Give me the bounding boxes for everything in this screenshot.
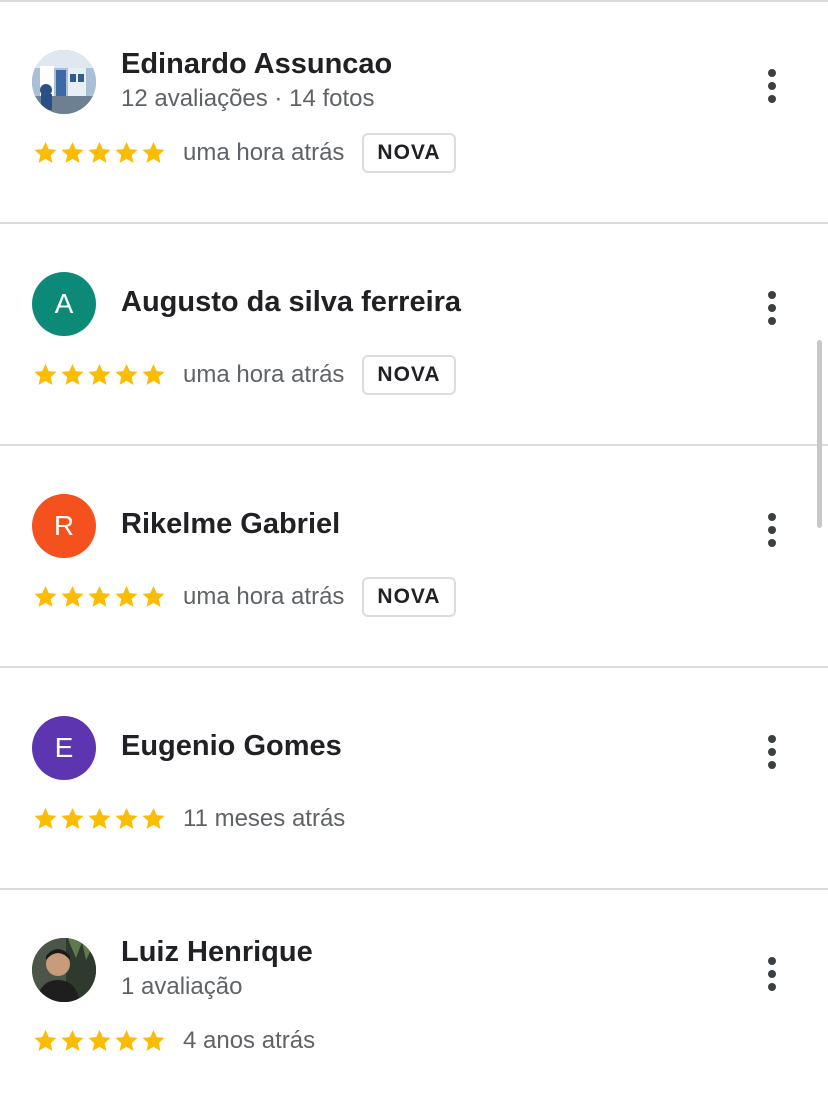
reviewer-name[interactable]: Eugenio Gomes <box>121 730 342 763</box>
store-photo-icon <box>32 50 96 114</box>
star-icon <box>115 363 138 385</box>
review-time: uma hora atrás <box>183 583 345 610</box>
star-icon <box>61 363 84 385</box>
review-item: R Rikelme Gabriel uma hora atrás NOVA <box>0 446 828 668</box>
rating-row: uma hora atrás NOVA <box>32 131 456 175</box>
person-photo-icon <box>32 938 96 1002</box>
star-icon <box>142 1029 165 1051</box>
star-icon <box>34 807 57 829</box>
reviewer-name[interactable]: Edinardo Assuncao <box>121 48 392 81</box>
star-icon <box>34 585 57 607</box>
avatar-initial: E <box>54 732 74 763</box>
scrollbar-thumb[interactable] <box>817 340 822 528</box>
star-icon <box>88 585 111 607</box>
review-time: uma hora atrás <box>183 361 345 388</box>
star-icon <box>115 141 138 163</box>
star-icon <box>61 141 84 163</box>
rating-row: uma hora atrás NOVA <box>32 575 456 619</box>
rating-row: 4 anos atrás <box>32 1019 315 1063</box>
reviewer-meta: 1 avaliação <box>121 973 243 1000</box>
reviewer-name[interactable]: Augusto da silva ferreira <box>121 286 461 319</box>
review-item: Edinardo Assuncao 12 avaliações · 14 fot… <box>0 2 828 224</box>
rating-row: 11 meses atrás <box>32 797 345 841</box>
review-time: uma hora atrás <box>183 139 345 166</box>
star-rating <box>32 140 167 166</box>
reviewer-name[interactable]: Luiz Henrique <box>121 936 313 969</box>
star-icon <box>115 1029 138 1051</box>
star-icon <box>88 807 111 829</box>
star-icon <box>88 1029 111 1051</box>
star-icon <box>142 807 165 829</box>
avatar-initial: A <box>54 288 74 319</box>
review-item: A Augusto da silva ferreira uma hora atr… <box>0 224 828 446</box>
more-vert-icon <box>768 735 776 769</box>
new-badge: NOVA <box>362 355 456 395</box>
avatar[interactable]: A <box>32 272 96 336</box>
star-icon <box>61 1029 84 1051</box>
avatar[interactable] <box>32 938 96 1002</box>
avatar[interactable]: E <box>32 716 96 780</box>
star-icon <box>142 141 165 163</box>
star-icon <box>115 807 138 829</box>
review-time: 11 meses atrás <box>183 805 346 832</box>
rating-row: uma hora atrás NOVA <box>32 353 456 397</box>
review-time: 4 anos atrás <box>183 1027 316 1054</box>
more-vert-icon <box>768 291 776 325</box>
more-options-button[interactable] <box>752 732 792 772</box>
star-icon <box>142 585 165 607</box>
star-rating <box>32 362 167 388</box>
more-vert-icon <box>768 513 776 547</box>
avatar-initial: R <box>53 510 75 541</box>
more-options-button[interactable] <box>752 66 792 106</box>
star-icon <box>88 141 111 163</box>
star-icon <box>88 363 111 385</box>
review-item: E Eugenio Gomes 11 meses atrás <box>0 668 828 890</box>
more-options-button[interactable] <box>752 510 792 550</box>
more-vert-icon <box>768 957 776 991</box>
more-options-button[interactable] <box>752 954 792 994</box>
star-icon <box>61 807 84 829</box>
review-item: Luiz Henrique 1 avaliação 4 anos atrás <box>0 890 828 1112</box>
star-icon <box>34 1029 57 1051</box>
reviewer-name[interactable]: Rikelme Gabriel <box>121 508 340 541</box>
star-icon <box>34 363 57 385</box>
new-badge: NOVA <box>362 577 456 617</box>
new-badge: NOVA <box>362 133 456 173</box>
star-rating <box>32 1028 167 1054</box>
star-icon <box>34 141 57 163</box>
avatar[interactable]: R <box>32 494 96 558</box>
star-icon <box>142 363 165 385</box>
avatar[interactable] <box>32 50 96 114</box>
reviewer-meta: 12 avaliações · 14 fotos <box>121 85 375 112</box>
star-rating <box>32 584 167 610</box>
more-vert-icon <box>768 69 776 103</box>
star-icon <box>115 585 138 607</box>
star-rating <box>32 806 167 832</box>
star-icon <box>61 585 84 607</box>
more-options-button[interactable] <box>752 288 792 328</box>
